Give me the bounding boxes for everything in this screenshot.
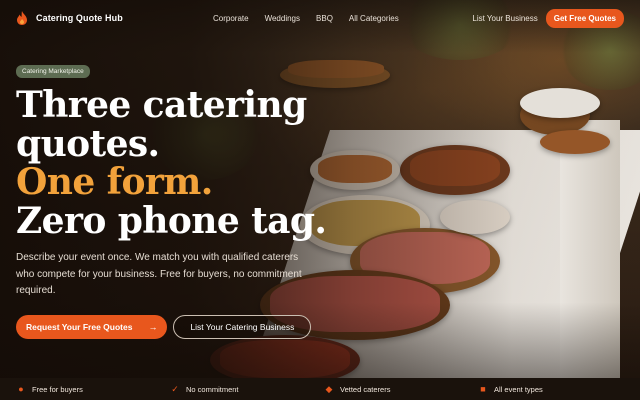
feature-strip: ● Free for buyers ✓ No commitment ◆ Vett… bbox=[0, 378, 640, 400]
nav-link-corporate[interactable]: Corporate bbox=[213, 14, 249, 23]
headline-line-4: Zero phone tag. bbox=[16, 199, 327, 242]
hero-cta-row: Request Your Free Quotes → List Your Cat… bbox=[16, 315, 312, 339]
list-catering-business-button[interactable]: List Your Catering Business bbox=[173, 315, 312, 339]
hero-description: Describe your event once. We match you w… bbox=[16, 252, 302, 296]
calendar-icon: ■ bbox=[480, 384, 486, 394]
hero-headline: Three catering quotes. One form. Zero ph… bbox=[16, 86, 346, 240]
headline-line-1: Three catering bbox=[16, 84, 307, 126]
feature-label: Vetted caterers bbox=[340, 385, 391, 394]
headline-line-2: quotes. bbox=[16, 122, 160, 165]
nav-link-weddings[interactable]: Weddings bbox=[265, 14, 300, 23]
nav-links: Corporate Weddings BBQ All Categories bbox=[213, 0, 399, 36]
nav-link-bbq[interactable]: BBQ bbox=[316, 14, 333, 23]
feature-free-for-buyers: ● Free for buyers bbox=[16, 384, 83, 394]
get-free-quotes-button[interactable]: Get Free Quotes bbox=[545, 8, 624, 28]
feature-label: No commitment bbox=[186, 385, 239, 394]
shield-check-icon: ◆ bbox=[325, 384, 333, 394]
flame-icon bbox=[17, 11, 27, 25]
feature-label: Free for buyers bbox=[32, 384, 83, 394]
request-quotes-button[interactable]: Request Your Free Quotes → bbox=[16, 315, 168, 339]
feature-no-commitment: ✓ No commitment bbox=[170, 384, 239, 395]
tag-icon: ● bbox=[18, 384, 24, 394]
feature-vetted-caterers: ◆ Vetted caterers bbox=[324, 384, 391, 395]
nav-link-all-categories[interactable]: All Categories bbox=[349, 14, 399, 23]
category-badge: Catering Marketplace bbox=[16, 65, 90, 78]
brand-name: Catering Quote Hub bbox=[36, 13, 123, 23]
brand-logo[interactable]: Catering Quote Hub bbox=[16, 11, 123, 25]
feature-all-event-types: ■ All event types bbox=[478, 384, 543, 394]
arrow-right-icon: → bbox=[148, 322, 158, 332]
request-quotes-label: Request Your Free Quotes bbox=[26, 322, 133, 332]
nav-actions: List Your Business Get Free Quotes bbox=[472, 0, 624, 36]
check-circle-icon: ✓ bbox=[171, 384, 179, 394]
top-nav: Catering Quote Hub Corporate Weddings BB… bbox=[0, 0, 640, 36]
feature-label: All event types bbox=[494, 384, 543, 394]
list-business-link[interactable]: List Your Business bbox=[472, 14, 537, 23]
headline-line-3: One form. bbox=[16, 161, 213, 203]
